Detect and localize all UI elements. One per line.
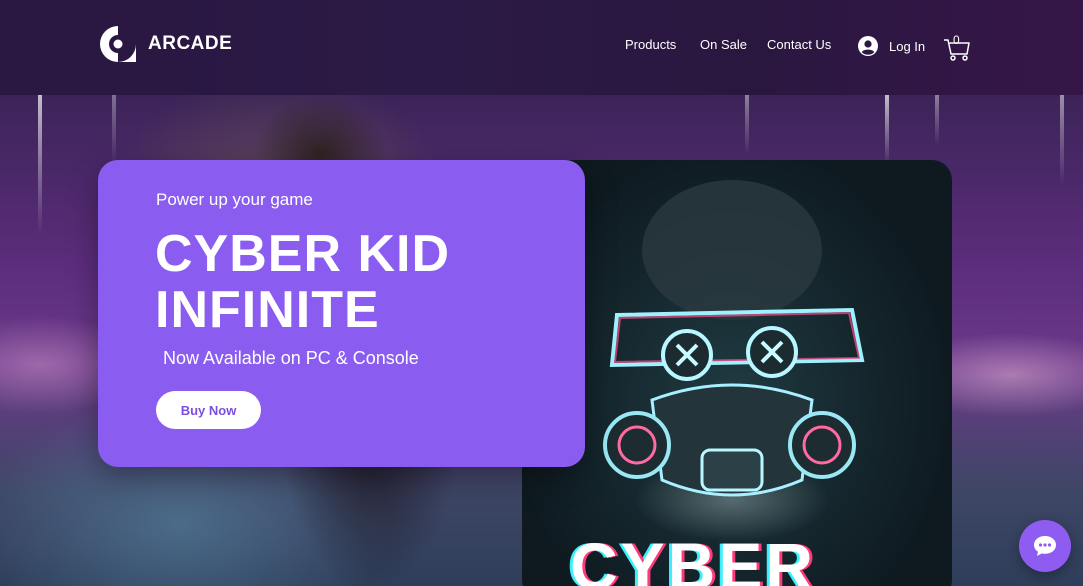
light-streak [1060,95,1064,185]
chat-bubble-icon [1034,536,1056,556]
page: ARCADE Products On Sale Contact Us Log I… [0,0,1083,586]
promo-card: Power up your game CYBER KID INFINITE No… [98,160,585,467]
light-streak [745,95,749,155]
chat-button[interactable] [1019,520,1071,572]
promo-title-line-2: INFINITE [155,281,380,339]
light-streak [38,95,42,235]
login-button[interactable]: Log In [858,36,925,56]
buy-now-button[interactable]: Buy Now [156,391,261,429]
nav-contact-us[interactable]: Contact Us [767,37,831,52]
nav-products[interactable]: Products [625,37,676,52]
nav-on-sale[interactable]: On Sale [700,37,747,52]
cart-button[interactable]: 0 [943,32,971,62]
login-label: Log In [889,38,926,54]
cart-count: 0 [953,33,960,47]
light-streak [935,95,939,145]
promo-eyebrow: Power up your game [156,190,313,209]
gas-mask-illustration [603,180,865,497]
light-streak [112,95,116,165]
site-header: ARCADE Products On Sale Contact Us Log I… [0,0,1083,95]
game-cover-art[interactable]: CYBER [522,160,952,586]
promo-title-line-1: CYBER KID [155,225,451,283]
promo-subtitle: Now Available on PC & Console [163,348,419,368]
promo-title: CYBER KID INFINITE [155,226,450,338]
user-avatar-icon [858,36,878,56]
cover-title: CYBER [570,529,817,586]
light-streak [885,95,889,165]
